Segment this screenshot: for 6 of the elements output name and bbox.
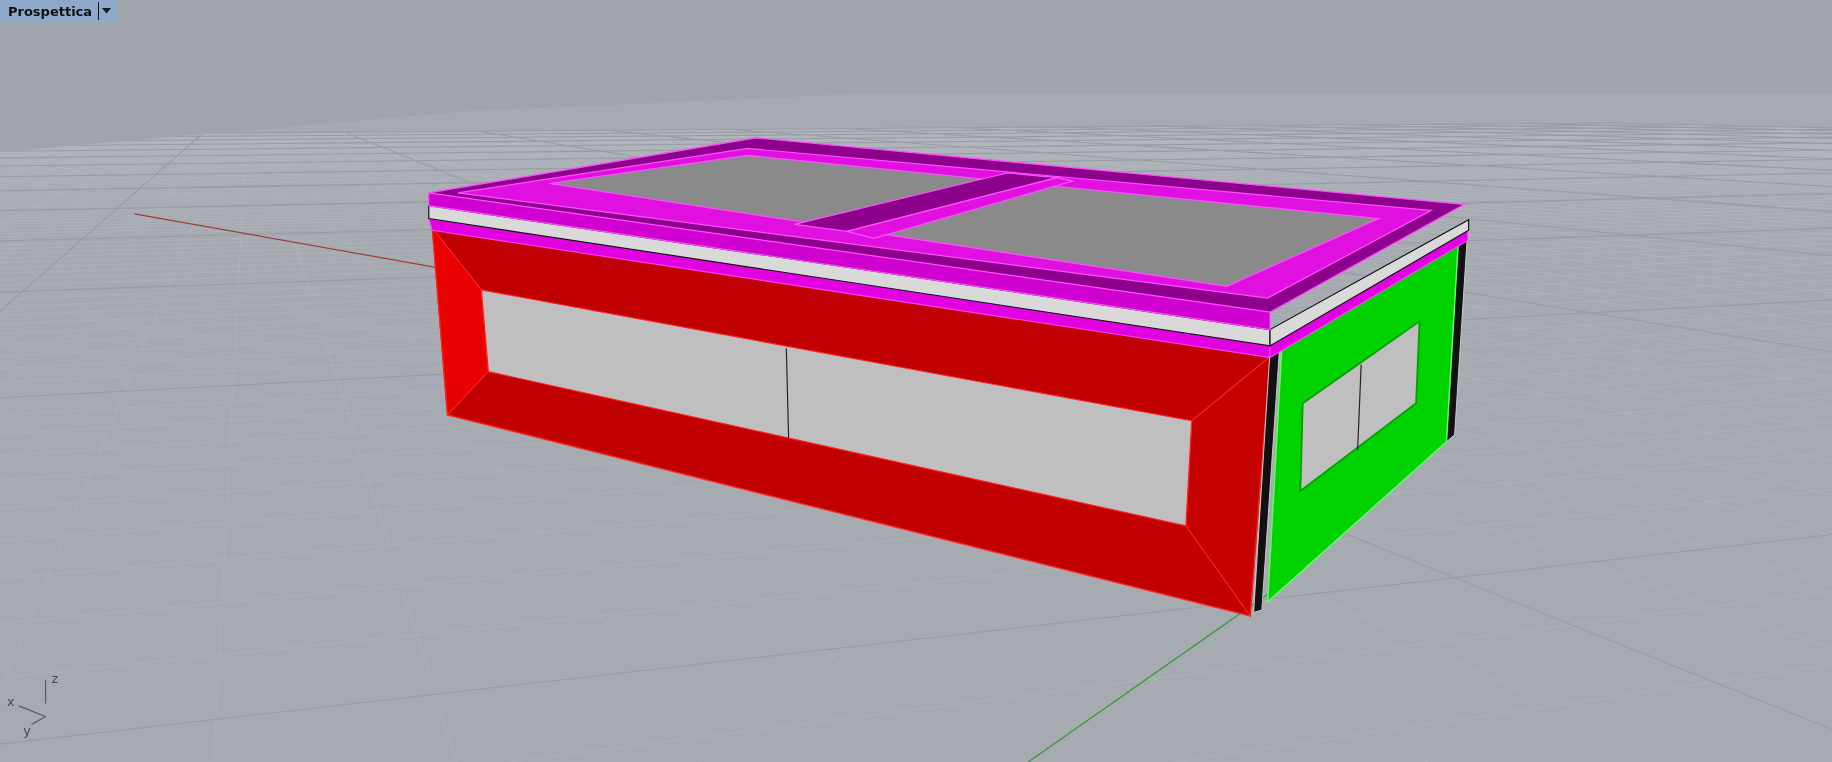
viewport[interactable]: Prospettica z x y bbox=[0, 0, 1832, 762]
axis-label: y bbox=[23, 723, 31, 739]
axis-label: z bbox=[51, 670, 59, 686]
axis-label: x bbox=[7, 693, 15, 709]
viewport-title[interactable]: Prospettica bbox=[8, 3, 93, 19]
viewport-tab[interactable]: Prospettica bbox=[0, 0, 118, 22]
